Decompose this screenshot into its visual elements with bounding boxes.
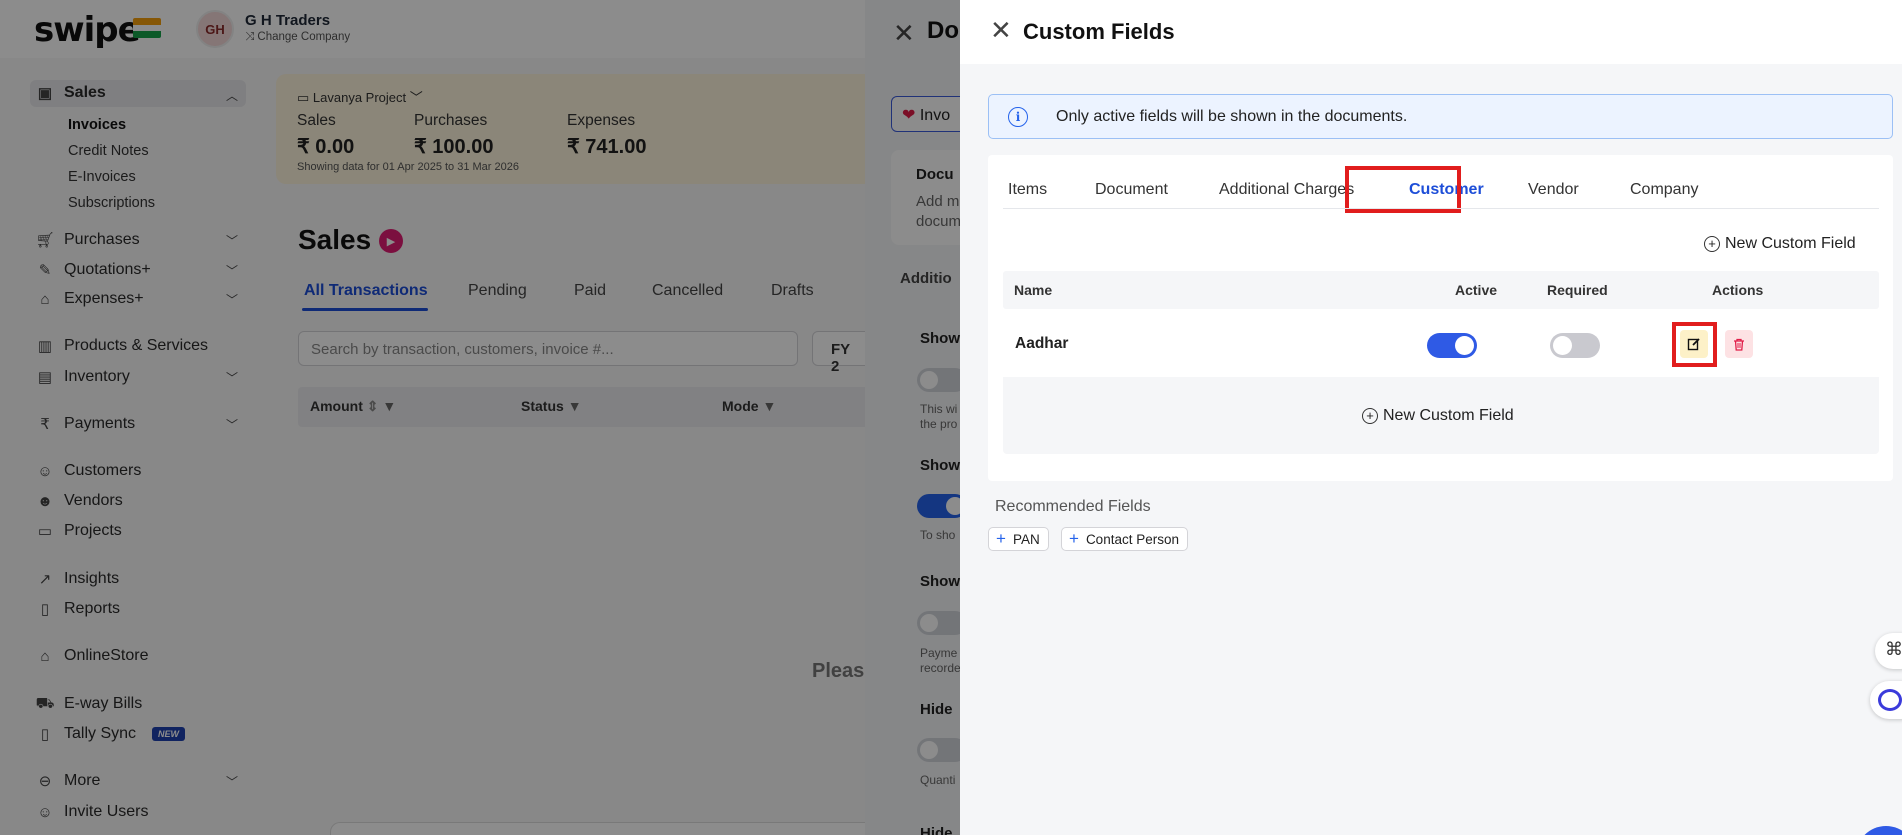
tab-company[interactable]: Company	[1630, 181, 1698, 199]
bot-icon	[1878, 689, 1902, 711]
recommended-chip-contact-person[interactable]: + Contact Person	[1061, 527, 1188, 551]
field-name: Aadhar	[1015, 335, 1069, 352]
column-name: Name	[1014, 282, 1053, 298]
edit-icon	[1687, 338, 1700, 351]
tab-items[interactable]: Items	[1008, 181, 1047, 199]
trash-icon	[1734, 338, 1744, 351]
new-custom-field-button[interactable]: + New Custom Field	[1362, 407, 1514, 425]
highlight-box	[1345, 166, 1461, 213]
info-banner: i Only active fields will be shown in th…	[988, 94, 1893, 139]
close-icon[interactable]: ✕	[990, 15, 1012, 46]
modal-overlay[interactable]	[0, 0, 960, 835]
plus-circle-icon: +	[1704, 236, 1720, 252]
custom-fields-panel: Items Document Additional Charges Custom…	[988, 155, 1893, 481]
info-text: Only active fields will be shown in the …	[1056, 108, 1408, 125]
new-custom-field-button[interactable]: + New Custom Field	[1704, 235, 1856, 253]
chat-bot-button[interactable]	[1870, 681, 1902, 719]
active-toggle[interactable]	[1427, 333, 1477, 358]
delete-button[interactable]	[1725, 330, 1753, 358]
tab-additional-charges[interactable]: Additional Charges	[1219, 181, 1354, 199]
edit-button[interactable]	[1680, 330, 1708, 358]
column-required: Required	[1547, 282, 1608, 298]
required-toggle[interactable]	[1550, 333, 1600, 358]
toggle-knob	[1553, 336, 1572, 355]
column-active: Active	[1455, 282, 1498, 298]
custom-fields-drawer: ✕ Custom Fields i Only active fields wil…	[960, 0, 1902, 835]
toggle-knob	[1455, 336, 1474, 355]
plus-circle-icon: +	[1362, 408, 1378, 424]
tabs-divider	[1003, 208, 1879, 209]
plus-icon: +	[1069, 529, 1079, 548]
recommended-fields-title: Recommended Fields	[995, 498, 1151, 515]
tab-vendor[interactable]: Vendor	[1528, 181, 1579, 199]
column-actions: Actions	[1712, 282, 1764, 298]
info-icon: i	[1008, 107, 1028, 127]
recommended-chip-pan[interactable]: + PAN	[988, 527, 1049, 551]
plus-icon: +	[996, 529, 1006, 548]
drawer-title: Custom Fields	[1023, 19, 1175, 44]
tab-document[interactable]: Document	[1095, 181, 1168, 199]
